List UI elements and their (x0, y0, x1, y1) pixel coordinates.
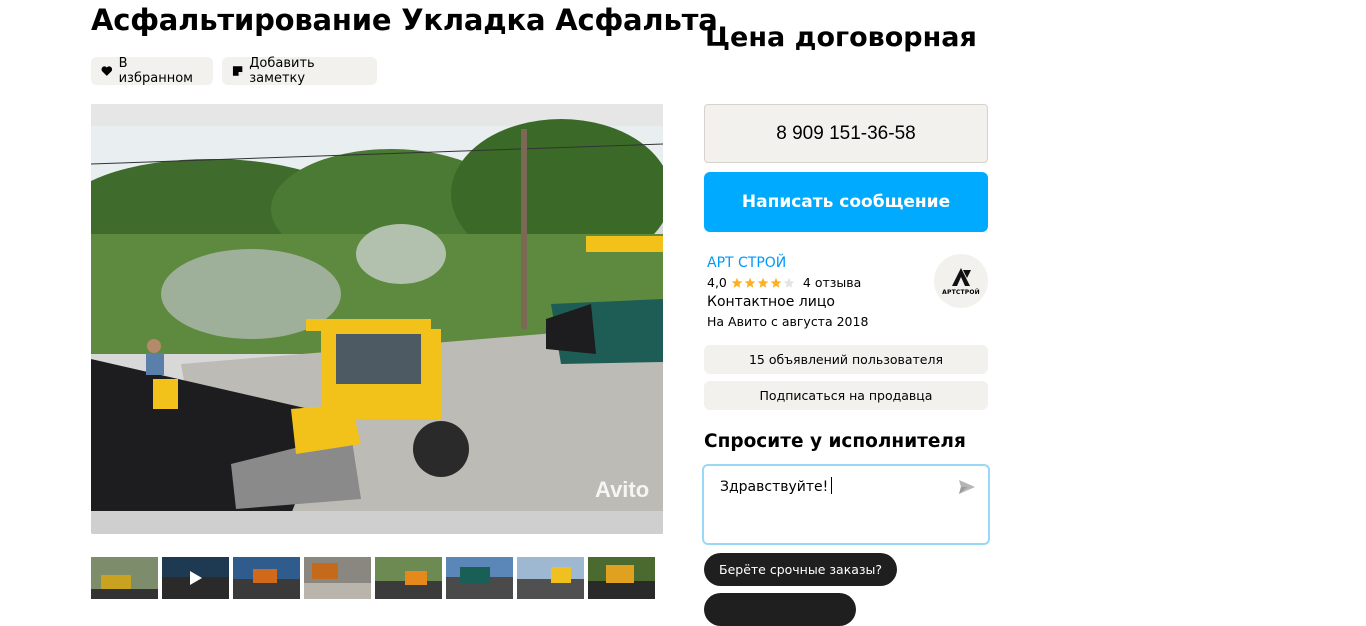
avatar-label: АРТСТРОЙ (942, 288, 980, 296)
thumbnail-strip (91, 557, 655, 599)
seller-avatar[interactable]: АРТСТРОЙ (934, 254, 988, 308)
send-icon[interactable] (958, 478, 976, 496)
write-message-button[interactable]: Написать сообщение (704, 172, 988, 232)
star-empty-icon (783, 277, 795, 288)
reviews-link[interactable]: 4 отзыва (803, 275, 861, 290)
thumbnail[interactable] (91, 557, 158, 599)
asphalt-paving-photo: Avito (91, 104, 663, 534)
artstroy-logo-icon (952, 267, 971, 286)
ask-performer-title: Спросите у исполнителя (704, 431, 966, 452)
message-input[interactable]: Здравствуйте! (702, 464, 990, 545)
video-thumbnail[interactable] (162, 557, 229, 599)
contact-role: Контактное лицо (707, 294, 835, 310)
star-icon (731, 277, 743, 288)
thumbnail[interactable] (304, 557, 371, 599)
thumbnail[interactable] (375, 557, 442, 599)
add-note-button[interactable]: Добавить заметку (222, 56, 377, 86)
quick-question-pill[interactable]: Берёте срочные заказы? (704, 553, 898, 586)
rating-value: 4,0 (707, 275, 727, 290)
text-cursor (831, 477, 833, 494)
star-icon (770, 277, 782, 288)
favorite-label: В избранном (118, 56, 193, 86)
user-listings-button[interactable]: 15 объявлений пользователя (704, 345, 988, 374)
star-icon (744, 277, 756, 288)
main-photo[interactable]: Avito (91, 104, 663, 534)
listing-title: Асфальтирование Укладка Асфальта (91, 3, 718, 37)
seller-name-link[interactable]: АРТ СТРОЙ (707, 255, 786, 271)
quick-question-pill-2[interactable] (704, 593, 856, 626)
add-note-label: Добавить заметку (249, 56, 315, 86)
avito-watermark: Avito (595, 477, 649, 502)
thumbnail[interactable] (233, 557, 300, 599)
rating-stars (731, 277, 795, 289)
thumbnail[interactable] (517, 557, 584, 599)
note-icon (232, 66, 243, 76)
favorite-button[interactable]: В избранном (91, 56, 213, 86)
seller-rating: 4,0 4 отзыва (707, 275, 861, 290)
star-icon (757, 277, 769, 288)
subscribe-seller-button[interactable]: Подписаться на продавца (704, 381, 988, 410)
seller-since: На Авито с августа 2018 (707, 314, 869, 329)
message-text[interactable]: Здравствуйте! (720, 477, 833, 495)
heart-icon (101, 66, 113, 76)
show-phone-button[interactable]: 8 909 151-36-58 (704, 104, 988, 163)
thumbnail[interactable] (446, 557, 513, 599)
price: Цена договорная (705, 22, 977, 53)
thumbnail[interactable] (588, 557, 655, 599)
